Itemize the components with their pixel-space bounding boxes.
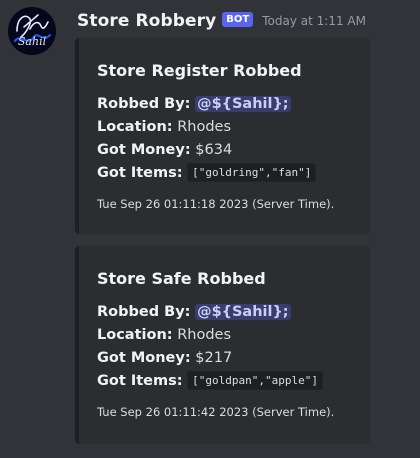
field-label: Got Items:	[97, 165, 183, 181]
embed-footer: Tue Sep 26 01:11:18 2023 (Server Time).	[97, 197, 335, 211]
field-label: Got Money:	[97, 350, 191, 366]
svg-text:Sahil: Sahil	[18, 35, 47, 48]
avatar-logo-icon: Sahil	[8, 7, 56, 55]
embed-field-robbed-by: Robbed By: @${Sahil};	[97, 93, 358, 116]
inline-code: ["goldpan","apple"]	[187, 371, 323, 390]
embed-field-location: Location: Rhodes	[97, 324, 358, 347]
field-value: Rhodes	[177, 327, 232, 343]
field-label: Robbed By:	[97, 96, 191, 112]
field-label: Got Money:	[97, 142, 191, 158]
embed-field-items: Got Items: ["goldring","fan"]	[97, 162, 358, 185]
embed-card: Store Safe Robbed Robbed By: @${Sahil}; …	[75, 246, 370, 444]
embed-card: Store Register Robbed Robbed By: @${Sahi…	[75, 38, 370, 234]
username[interactable]: Store Robbery	[77, 11, 216, 31]
embed-field-money: Got Money: $217	[97, 347, 358, 370]
field-label: Location:	[97, 119, 173, 135]
embed-field-location: Location: Rhodes	[97, 116, 358, 139]
field-label: Robbed By:	[97, 304, 191, 320]
field-label: Got Items:	[97, 373, 183, 389]
bot-badge: BOT	[222, 11, 254, 27]
field-value: $634	[195, 142, 233, 158]
field-value: Rhodes	[177, 119, 232, 135]
user-mention[interactable]: @${Sahil};	[195, 96, 291, 112]
field-label: Location:	[97, 327, 173, 343]
message-header: Store Robbery BOT Today at 1:11 AM	[77, 8, 366, 34]
message-timestamp[interactable]: Today at 1:11 AM	[262, 14, 366, 28]
embed-field-money: Got Money: $634	[97, 139, 358, 162]
embed-field-robbed-by: Robbed By: @${Sahil};	[97, 301, 358, 324]
field-value: $217	[195, 350, 233, 366]
embed-title: Store Safe Robbed	[97, 269, 266, 288]
embed-footer: Tue Sep 26 01:11:42 2023 (Server Time).	[97, 405, 335, 419]
user-mention[interactable]: @${Sahil};	[195, 304, 291, 320]
embed-title: Store Register Robbed	[97, 61, 302, 80]
avatar[interactable]: Sahil	[8, 7, 56, 55]
inline-code: ["goldring","fan"]	[187, 163, 317, 182]
embed-field-items: Got Items: ["goldpan","apple"]	[97, 370, 358, 393]
